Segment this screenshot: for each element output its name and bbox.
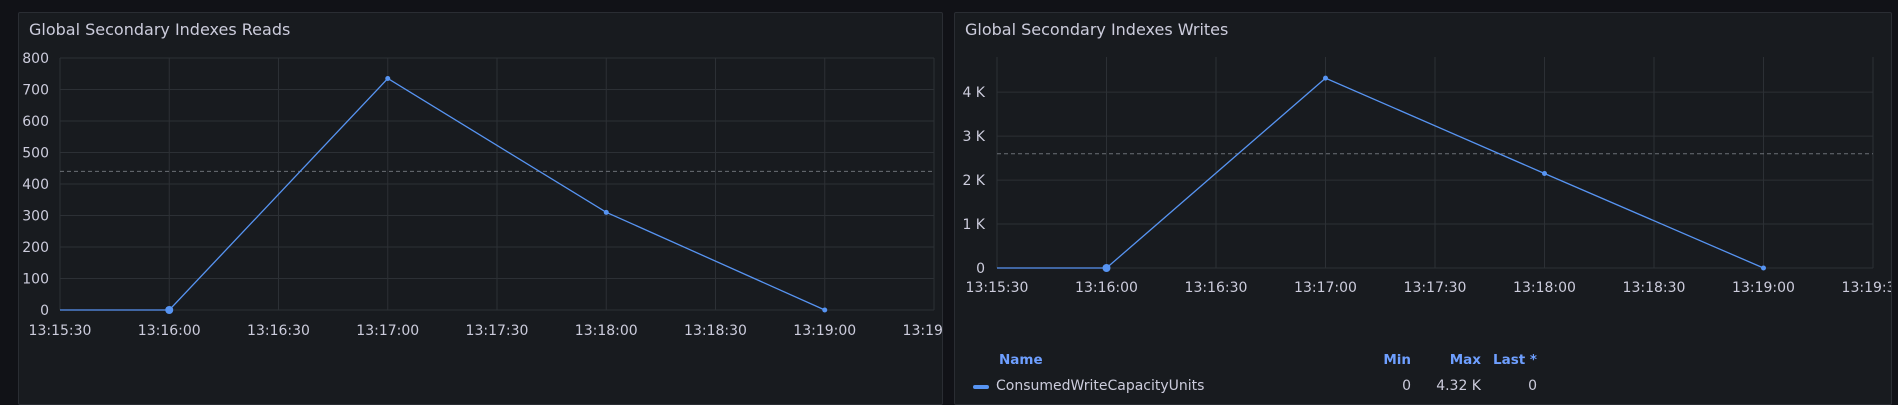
x-tick-label: 13:16:00	[138, 323, 201, 339]
y-tick-label: 500	[22, 146, 49, 162]
x-tick-label: 13:17:00	[1294, 280, 1357, 296]
chart-gsi-writes: 0 1 K 2 K 3 K 4 K 13:15:30 13:16:00 13:16:30 13:…	[962, 57, 1892, 296]
legend-header-max[interactable]: Max	[1450, 352, 1481, 368]
x-tick-label: 13:15:30	[29, 323, 92, 339]
x-tick-label: 13:19:30	[1842, 280, 1892, 296]
legend-series-name[interactable]: ConsumedWriteCapacityUnits	[996, 378, 1204, 394]
y-tick-label: 400	[22, 177, 49, 193]
x-tick-label: 13:15:30	[966, 280, 1029, 296]
panel-gsi-writes[interactable]: Global Secondary Indexes Writes 01 K2 K3…	[954, 12, 1892, 405]
x-tick-label: 13:19:00	[1732, 280, 1795, 296]
x-tick-label: 13:18:00	[575, 323, 638, 339]
legend-max-value: 4.32 K	[1436, 378, 1481, 394]
x-tick-label: 13:17:30	[1404, 280, 1467, 296]
data-point	[385, 75, 391, 81]
x-tick-label: 13:17:00	[356, 323, 419, 339]
y-tick-label: 3 K	[962, 129, 985, 145]
y-tick-label: 2 K	[962, 173, 985, 189]
x-tick-label: 13:18:30	[684, 323, 747, 339]
legend-last-value: 0	[1528, 378, 1537, 394]
x-tick-label: 13:16:30	[247, 323, 310, 339]
x-tick-label: 13:16:30	[1185, 280, 1248, 296]
x-tick-label: 13:17:30	[466, 323, 529, 339]
y-tick-label: 600	[22, 114, 49, 130]
y-tick-label: 4 K	[962, 85, 985, 101]
y-tick-label: 0	[40, 303, 49, 319]
legend-header-min[interactable]: Min	[1383, 352, 1411, 368]
x-tick-label: 13:18:00	[1513, 280, 1576, 296]
x-tick-label: 13:19:00	[793, 323, 856, 339]
panel-gsi-reads[interactable]: Global Secondary Indexes Reads 0 100 200 30…	[18, 12, 943, 405]
x-tick-label: 13:19:30	[903, 323, 943, 339]
data-point	[603, 209, 609, 215]
y-tick-label: 1 K	[962, 217, 985, 233]
data-point	[1761, 265, 1766, 271]
y-tick-label: 300	[22, 209, 49, 225]
chart-gsi-reads: 0 100 200 300 400 500 600 700 800 13:15:30 13:16:0…	[22, 51, 943, 339]
legend-min-value: 0	[1402, 378, 1411, 394]
y-tick-label: 700	[22, 83, 49, 99]
legend-header-name[interactable]: Name	[999, 352, 1043, 368]
data-point	[1323, 75, 1328, 81]
x-tick-label: 13:16:00	[1075, 280, 1138, 296]
x-tick-label: 13:18:30	[1623, 280, 1686, 296]
series-color-swatch	[973, 385, 989, 389]
y-tick-label: 100	[22, 272, 49, 288]
y-tick-label: 0	[976, 261, 985, 277]
data-point	[1102, 264, 1111, 272]
series-line	[60, 77, 826, 311]
data-point	[1542, 170, 1547, 176]
y-tick-label: 800	[22, 51, 49, 67]
data-point	[165, 306, 174, 314]
legend-header-last[interactable]: Last *	[1493, 352, 1537, 368]
series-line	[997, 77, 1764, 269]
y-tick-label: 200	[22, 240, 49, 256]
data-point	[822, 307, 828, 313]
